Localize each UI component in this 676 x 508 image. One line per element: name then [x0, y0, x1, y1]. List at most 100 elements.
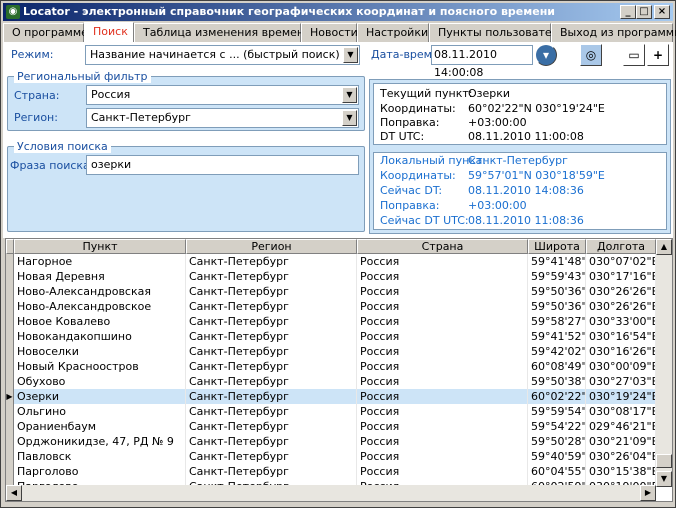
cell-country: Россия: [357, 359, 528, 374]
chevron-down-icon[interactable]: ▼: [342, 87, 357, 103]
table-row[interactable]: НовоселкиСанкт-ПетербургРоссия59°42'02"N…: [6, 344, 656, 359]
datetime-dropdown-button[interactable]: ▾: [535, 44, 557, 66]
vertical-scrollbar[interactable]: ▲ ▼: [656, 239, 672, 487]
cell-country: Россия: [357, 269, 528, 284]
tab-exit[interactable]: Выход из программы: [551, 23, 676, 43]
cell-region: Санкт-Петербург: [186, 314, 357, 329]
cell-latitude: 59°41'48"N: [528, 254, 586, 269]
column-header-country[interactable]: Страна: [357, 239, 528, 254]
cell-latitude: 59°50'36"N: [528, 284, 586, 299]
close-button[interactable]: ×: [654, 5, 670, 19]
app-globe-icon: ◉: [6, 5, 20, 19]
local-utc-label: Сейчас DT UTC:: [380, 214, 469, 227]
column-header-latitude[interactable]: Широта: [528, 239, 586, 254]
table-row[interactable]: Ораниенбаум Санкт-Петербург Россия 59°54'22…: [6, 419, 656, 434]
scroll-right-icon[interactable]: ▶: [640, 485, 656, 501]
column-header-longitude[interactable]: Долгота: [586, 239, 656, 254]
current-offset-label: Поправка:: [380, 116, 440, 129]
chevron-down-icon[interactable]: ▼: [342, 110, 357, 126]
current-point-box: Текущий пункт: Озерки Координаты: 60°02'…: [373, 83, 667, 145]
scroll-left-icon[interactable]: ◀: [6, 485, 22, 501]
cell-region: Санкт-Петербург: [186, 329, 357, 344]
cell-point: Новоселки: [14, 344, 186, 359]
add-icon[interactable]: +: [647, 44, 669, 66]
cell-point: Павловск: [14, 449, 186, 464]
tab-news[interactable]: Новости: [301, 23, 358, 43]
cell-country: Россия: [357, 329, 528, 344]
table-row[interactable]: ПарголовоСанкт-ПетербургРоссия60°04'55"N…: [6, 464, 656, 479]
regional-filter-group: Региональный фильтр Страна: Россия ▼ Рег…: [7, 70, 365, 131]
table-row[interactable]: Новокандакопшино Санкт-Петербург Россия 59°…: [6, 329, 656, 344]
column-header-region[interactable]: Регион: [186, 239, 357, 254]
chevron-down-icon[interactable]: ▼: [343, 47, 358, 63]
country-select[interactable]: Россия ▼: [86, 85, 359, 105]
cell-latitude: 59°50'38"N: [528, 374, 586, 389]
cell-region: Санкт-Петербург: [186, 389, 357, 404]
table-row[interactable]: ПавловскСанкт-ПетербургРоссия59°40'59"N0…: [6, 449, 656, 464]
cell-longitude: 030°07'02"E: [586, 254, 656, 269]
cell-longitude: 030°27'03"E: [586, 374, 656, 389]
minimize-button[interactable]: _: [620, 5, 636, 19]
cell-region: Санкт-Петербург: [186, 449, 357, 464]
tab-about[interactable]: О программе: [3, 23, 88, 43]
cell-point: Новокандакопшино: [14, 329, 186, 344]
table-row[interactable]: Ново-Александровская Санкт-Петербург Росси…: [6, 284, 656, 299]
scroll-up-icon[interactable]: ▲: [656, 239, 672, 255]
column-header-point[interactable]: Пункт: [14, 239, 186, 254]
scroll-down-icon[interactable]: ▼: [656, 471, 672, 487]
datetime-field[interactable]: 08.11.2010 14:00:08: [431, 45, 533, 79]
region-value: Санкт-Петербург: [91, 111, 191, 124]
row-indicator: [6, 374, 14, 389]
tab-time-change-table[interactable]: Таблица изменения времени: [134, 23, 311, 43]
mode-label: Режим:: [11, 48, 54, 61]
table-row[interactable]: НагорноеСанкт-ПетербургРоссия59°41'48"N0…: [6, 254, 656, 269]
table-row[interactable]: Новое Ковалево Санкт-Петербург Россия 59°58…: [6, 314, 656, 329]
tab-user-points[interactable]: Пункты пользователя: [429, 23, 565, 43]
datetime-label: Дата-время: [371, 48, 439, 61]
search-phrase-input[interactable]: озерки: [86, 155, 359, 175]
tab-settings[interactable]: Настройки: [357, 23, 429, 43]
current-utc-label: DT UTC:: [380, 130, 425, 143]
table-row[interactable]: Новая Деревня Санкт-Петербург Россия 59°59'…: [6, 269, 656, 284]
compass-icon[interactable]: ◎: [580, 44, 602, 66]
row-indicator: [6, 464, 14, 479]
cell-point: Парголово: [14, 464, 186, 479]
current-utc-value: 08.11.2010 11:00:08: [468, 130, 584, 143]
cell-longitude: 030°16'54"E: [586, 329, 656, 344]
tab-search[interactable]: Поиск: [84, 22, 134, 43]
cell-country: Россия: [357, 434, 528, 449]
row-indicator: [6, 299, 14, 314]
region-select[interactable]: Санкт-Петербург ▼: [86, 108, 359, 128]
search-phrase-value: озерки: [91, 158, 132, 171]
cell-longitude: 030°26'26"E: [586, 299, 656, 314]
cell-longitude: 030°00'09"E: [586, 359, 656, 374]
row-indicator: [6, 344, 14, 359]
table-row[interactable]: Ново-Александровское Санкт-Петербург Росси…: [6, 299, 656, 314]
current-coords-label: Координаты:: [380, 102, 456, 115]
table-row[interactable]: Новый Красноостров Санкт-Петербург Россия 6…: [6, 359, 656, 374]
row-indicator: [6, 254, 14, 269]
table-row[interactable]: ОльгиноСанкт-ПетербургРоссия59°59'54"N03…: [6, 404, 656, 419]
cell-latitude: 59°50'36"N: [528, 299, 586, 314]
cell-latitude: 60°08'49"N: [528, 359, 586, 374]
table-row[interactable]: Орджоникидзе, 47, РД № 9 Санкт-Петербург Р…: [6, 434, 656, 449]
title-bar[interactable]: ◉ Locator - электронный справочник геогр…: [3, 3, 673, 21]
local-point-box: Локальный пункт: Санкт-Петербург Координ…: [373, 152, 667, 230]
table-row[interactable]: ОбуховоСанкт-ПетербургРоссия59°50'38"N03…: [6, 374, 656, 389]
cell-region: Санкт-Петербург: [186, 374, 357, 389]
scroll-thumb[interactable]: [656, 454, 672, 468]
new-document-icon[interactable]: ▭: [623, 44, 645, 66]
table-row[interactable]: ▶ОзеркиСанкт-ПетербургРоссия60°02'22"N03…: [6, 389, 656, 404]
regional-filter-title: Региональный фильтр: [14, 70, 151, 83]
region-label: Регион:: [14, 111, 58, 124]
tab-bar: О программе Поиск Таблица изменения врем…: [3, 22, 676, 43]
cell-point: Нагорное: [14, 254, 186, 269]
search-panel: Режим: Название начинается с ... (быстры…: [3, 42, 673, 238]
horizontal-scrollbar[interactable]: ◀ ▶: [6, 485, 656, 501]
cell-region: Санкт-Петербург: [186, 269, 357, 284]
local-offset-value: +03:00:00: [468, 199, 527, 212]
mode-select[interactable]: Название начинается с ... (быстрый поиск…: [85, 45, 360, 65]
maximize-button[interactable]: □: [636, 5, 652, 19]
row-indicator: [6, 449, 14, 464]
cell-point: Орджоникидзе, 47, РД № 9: [14, 434, 186, 449]
